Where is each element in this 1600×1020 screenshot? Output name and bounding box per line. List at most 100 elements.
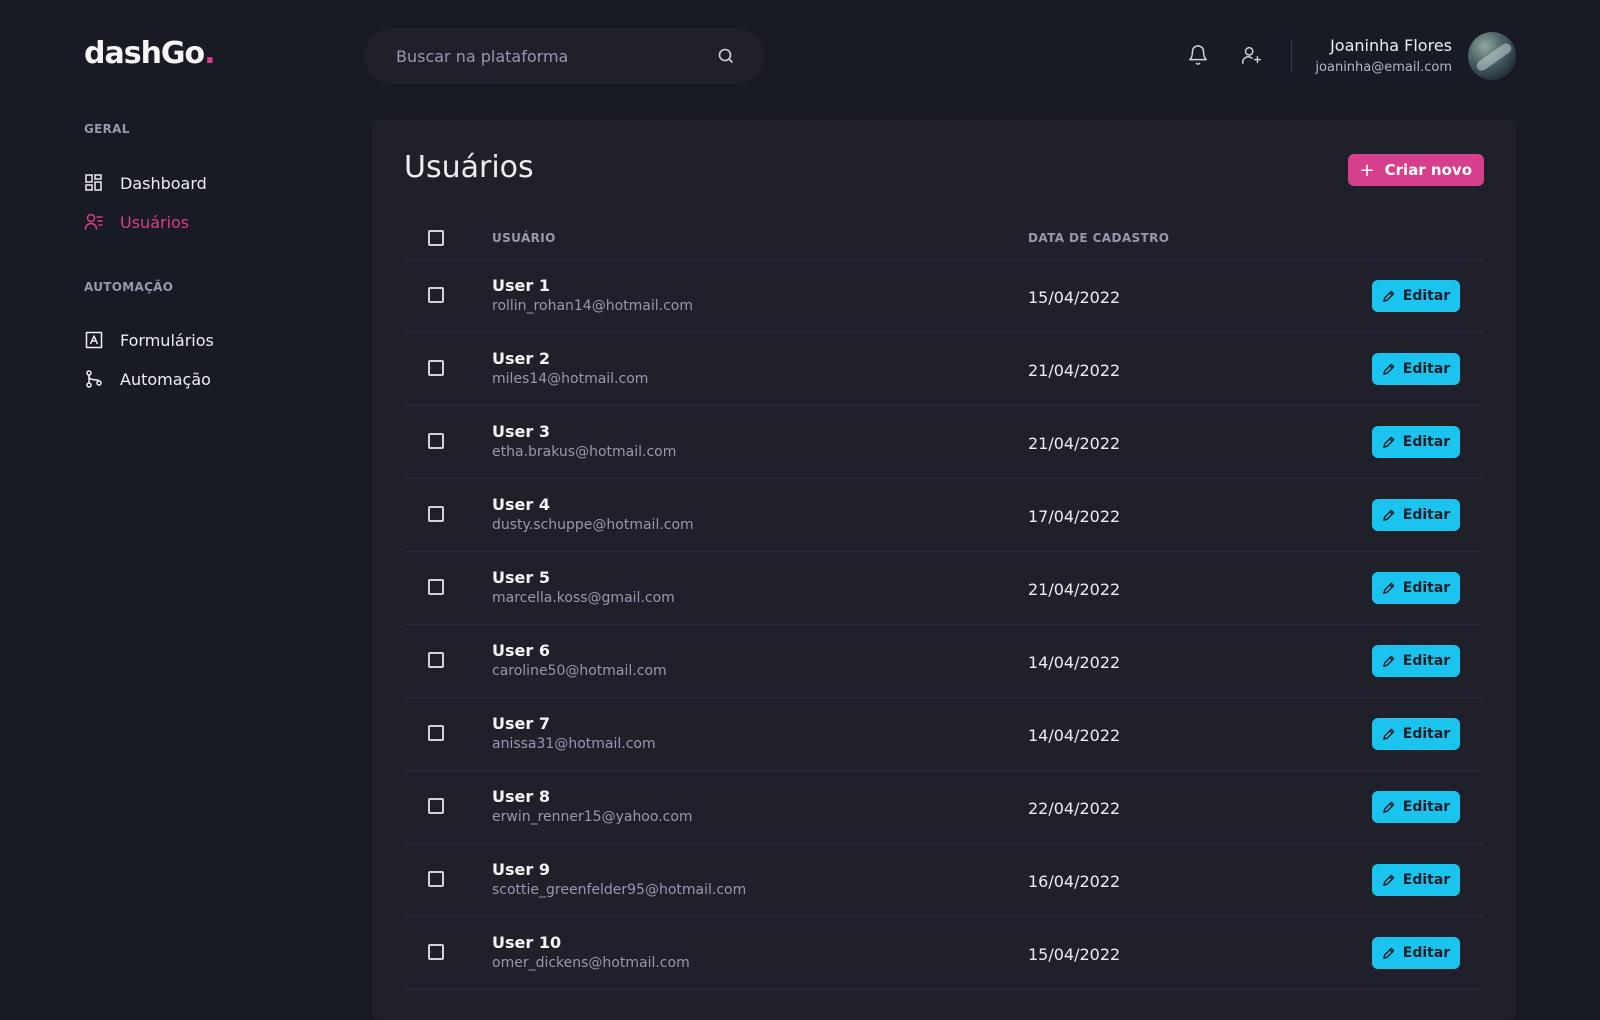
section-title-automacao: AUTOMAÇÃO [84, 280, 174, 294]
user-name: User 4 [492, 495, 550, 514]
search-bar[interactable] [364, 28, 764, 84]
user-email: miles14@hotmail.com [492, 371, 649, 387]
edit-label: Editar [1402, 580, 1451, 596]
form-icon [85, 331, 103, 349]
row-checkbox[interactable] [428, 871, 444, 887]
table-row: User 10 omer_dickens@hotmail.com 15/04/202… [404, 917, 1484, 990]
user-name: User 3 [492, 422, 550, 441]
sidebar-item-usuarios[interactable]: Usuários [84, 208, 189, 236]
row-checkbox[interactable] [428, 360, 444, 376]
page-title: Usuários [404, 150, 534, 185]
user-email: scottie_greenfelder95@hotmail.com [492, 882, 747, 898]
table-row: User 6 caroline50@hotmail.com 14/04/2022 Ed… [404, 625, 1484, 698]
user-name: User 6 [492, 641, 550, 660]
user-email: anissa31@hotmail.com [492, 736, 656, 752]
edit-button[interactable]: Editar [1372, 353, 1460, 385]
table-row: User 3 etha.brakus@hotmail.com 21/04/2022 E… [404, 406, 1484, 479]
table-header: USUÁRIO DATA DE CADASTRO [404, 208, 1484, 260]
table-row: User 4 dusty.schuppe@hotmail.com 17/04/202… [404, 479, 1484, 552]
users-table: USUÁRIO DATA DE CADASTRO User 1 rollin_ro… [404, 208, 1484, 990]
sidebar-item-dashboard[interactable]: Dashboard [84, 169, 207, 197]
registration-date: 21/04/2022 [1028, 580, 1121, 599]
search-icon[interactable] [716, 46, 736, 66]
table-row: User 5 marcella.koss@gmail.com 21/04/2022 E… [404, 552, 1484, 625]
pencil-icon [1382, 728, 1395, 740]
search-input[interactable] [396, 28, 696, 84]
registration-date: 14/04/2022 [1028, 726, 1121, 745]
user-name: User 5 [492, 568, 550, 587]
edit-label: Editar [1402, 434, 1451, 450]
registration-date: 14/04/2022 [1028, 653, 1121, 672]
pencil-icon [1382, 655, 1395, 667]
sidebar-item-formularios[interactable]: Formulários [84, 326, 214, 354]
create-new-button[interactable]: + Criar novo [1347, 154, 1484, 186]
sidebar-item-label: Formulários [120, 330, 214, 350]
row-checkbox[interactable] [428, 652, 444, 668]
edit-button[interactable]: Editar [1372, 426, 1460, 458]
pencil-icon [1382, 509, 1395, 521]
edit-label: Editar [1402, 872, 1451, 888]
row-checkbox[interactable] [428, 725, 444, 741]
bell-icon[interactable] [1187, 44, 1209, 66]
edit-button[interactable]: Editar [1372, 937, 1460, 969]
sidebar-item-label: Automação [120, 369, 211, 389]
edit-button[interactable]: Editar [1372, 645, 1460, 677]
pencil-icon [1382, 947, 1395, 959]
table-row: User 7 anissa31@hotmail.com 14/04/2022 Edit… [404, 698, 1484, 771]
edit-label: Editar [1402, 653, 1451, 669]
edit-label: Editar [1402, 945, 1451, 961]
edit-label: Editar [1402, 726, 1451, 742]
users-panel: Usuários + Criar novo USUÁRIO DATA DE CA… [372, 120, 1516, 1020]
edit-button[interactable]: Editar [1372, 572, 1460, 604]
user-email: caroline50@hotmail.com [492, 663, 667, 679]
row-checkbox[interactable] [428, 944, 444, 960]
registration-date: 22/04/2022 [1028, 799, 1121, 818]
add-user-icon[interactable] [1240, 44, 1262, 66]
row-checkbox[interactable] [428, 798, 444, 814]
sidebar-item-automacao[interactable]: Automação [84, 365, 211, 393]
table-row: User 9 scottie_greenfelder95@hotmail.com 1… [404, 844, 1484, 917]
profile-email: joaninha@email.com [1315, 60, 1452, 75]
avatar[interactable] [1468, 32, 1516, 80]
registration-date: 16/04/2022 [1028, 872, 1121, 891]
user-email: marcella.koss@gmail.com [492, 590, 675, 606]
pencil-icon [1382, 801, 1395, 813]
pencil-icon [1382, 874, 1395, 886]
registration-date: 15/04/2022 [1028, 288, 1121, 307]
pencil-icon [1382, 436, 1395, 448]
table-row: User 2 miles14@hotmail.com 21/04/2022 Edita… [404, 333, 1484, 406]
edit-label: Editar [1402, 799, 1451, 815]
edit-button[interactable]: Editar [1372, 718, 1460, 750]
user-email: omer_dickens@hotmail.com [492, 955, 690, 971]
users-icon [84, 213, 103, 230]
user-email: erwin_renner15@yahoo.com [492, 809, 693, 825]
registration-date: 21/04/2022 [1028, 434, 1121, 453]
create-new-label: Criar novo [1384, 161, 1472, 179]
table-body: User 1 rollin_rohan14@hotmail.com 15/04/20… [404, 260, 1484, 990]
edit-button[interactable]: Editar [1372, 499, 1460, 531]
edit-button[interactable]: Editar [1372, 280, 1460, 312]
user-name: User 2 [492, 349, 550, 368]
profile-name: Joaninha Flores [1330, 36, 1452, 55]
pencil-icon [1382, 290, 1395, 302]
section-title-geral: GERAL [84, 122, 130, 136]
edit-button[interactable]: Editar [1372, 791, 1460, 823]
git-branch-icon [86, 370, 102, 388]
pencil-icon [1382, 582, 1395, 594]
row-checkbox[interactable] [428, 579, 444, 595]
row-checkbox[interactable] [428, 506, 444, 522]
row-checkbox[interactable] [428, 433, 444, 449]
user-email: rollin_rohan14@hotmail.com [492, 298, 693, 314]
edit-button[interactable]: Editar [1372, 864, 1460, 896]
table-row: User 8 erwin_renner15@yahoo.com 22/04/2022… [404, 771, 1484, 844]
column-header-data: DATA DE CADASTRO [1028, 231, 1170, 245]
plus-icon: + [1359, 159, 1375, 181]
user-name: User 7 [492, 714, 550, 733]
column-header-usuario: USUÁRIO [492, 231, 556, 245]
select-all-checkbox[interactable] [428, 230, 444, 246]
dashboard-grid-icon [85, 174, 102, 191]
header-divider [1291, 40, 1292, 72]
pencil-icon [1382, 363, 1395, 375]
edit-label: Editar [1402, 288, 1451, 304]
row-checkbox[interactable] [428, 287, 444, 303]
